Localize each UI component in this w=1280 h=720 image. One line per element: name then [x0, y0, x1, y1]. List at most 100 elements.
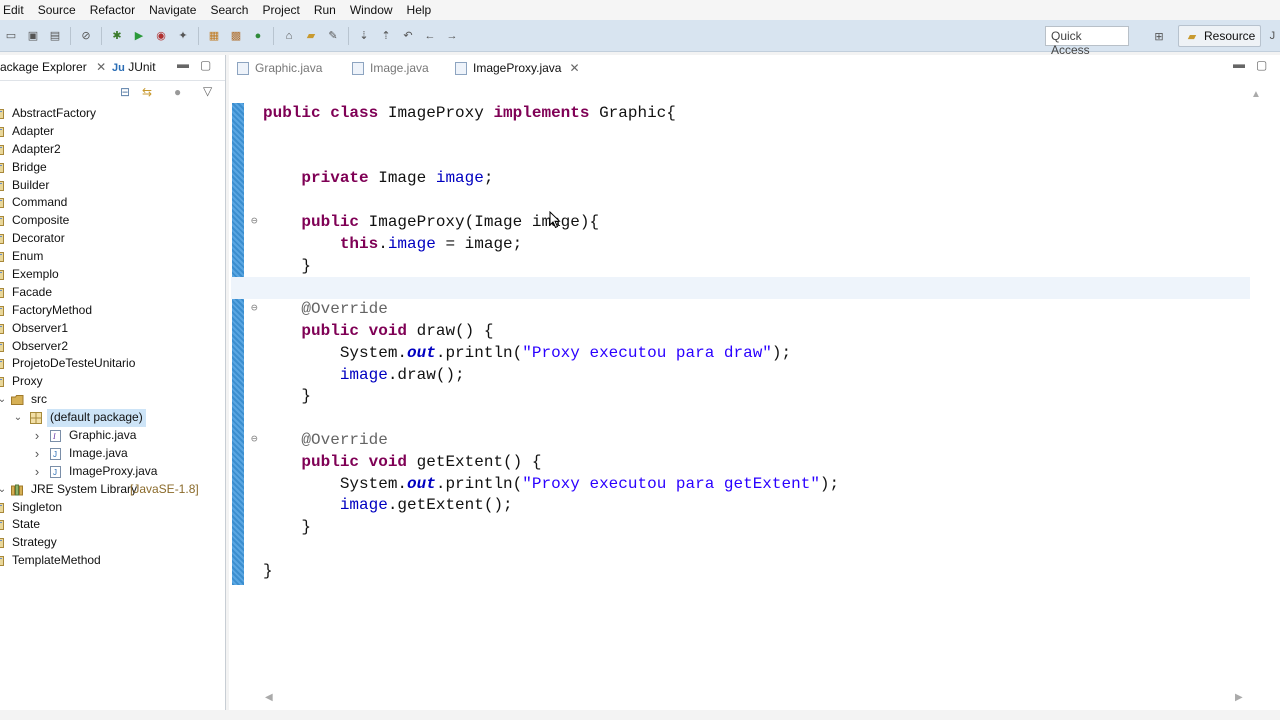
open-perspective-icon[interactable]: ⊞ — [1151, 28, 1167, 44]
tree-item[interactable]: State — [0, 516, 225, 534]
search-icon[interactable]: ✎ — [325, 28, 341, 44]
project-icon — [0, 305, 5, 317]
save-icon[interactable]: ▣ — [25, 28, 41, 44]
tree-item[interactable]: Observer2 — [0, 338, 225, 356]
tree-item-label: Adapter — [12, 123, 55, 138]
close-icon[interactable]: ✕ — [569, 61, 579, 75]
tree-item[interactable]: › I Graphic.java — [0, 427, 225, 445]
new-package-icon[interactable]: ▩ — [228, 28, 244, 44]
tree-item[interactable]: Bridge — [0, 159, 225, 177]
tree-item[interactable]: › J Image.java — [0, 445, 225, 463]
project-icon — [0, 233, 5, 245]
scroll-left-icon[interactable]: ◀ — [265, 692, 273, 703]
save-all-icon[interactable]: ▤ — [47, 28, 63, 44]
tree-item[interactable]: Adapter2 — [0, 141, 225, 159]
link-editor-icon[interactable]: ⇆ — [142, 85, 152, 99]
collapse-arrow-icon[interactable]: ⌄ — [0, 481, 8, 499]
minimize-icon[interactable]: ▬ — [1233, 57, 1245, 71]
perspective-resource-button[interactable]: ▰ Resource — [1178, 25, 1262, 47]
tree-item[interactable]: ⌄ src — [0, 391, 225, 409]
menu-run[interactable]: Run — [307, 0, 343, 20]
prev-annotation-icon[interactable]: ⇡ — [378, 28, 394, 44]
menu-edit[interactable]: Edit — [0, 0, 31, 20]
external-tools-icon[interactable]: ✦ — [175, 28, 191, 44]
focus-icon[interactable]: ● — [174, 85, 181, 99]
tree-item[interactable]: Command — [0, 194, 225, 212]
java-perspective-icon[interactable]: J — [1264, 28, 1280, 44]
expand-arrow-icon[interactable]: › — [31, 427, 43, 445]
project-icon — [0, 269, 5, 281]
menu-navigate[interactable]: Navigate — [142, 0, 203, 20]
skip-breakpoints-icon[interactable]: ⊘ — [78, 28, 94, 44]
tab-graphic-java[interactable]: Graphic.java — [237, 55, 322, 81]
expand-arrow-icon[interactable]: › — [31, 445, 43, 463]
menu-help[interactable]: Help — [400, 0, 439, 20]
fold-icon[interactable]: ⊖ — [251, 212, 258, 234]
scroll-right-icon[interactable]: ▶ — [1235, 692, 1243, 703]
scroll-up-icon[interactable]: ▲ — [1251, 89, 1261, 100]
tab-image-java[interactable]: Image.java — [352, 55, 429, 81]
tab-package-explorer[interactable]: ackage Explorer ✕ — [0, 60, 106, 74]
back-icon[interactable]: ← — [422, 28, 438, 44]
tree-item[interactable]: FactoryMethod — [0, 302, 225, 320]
tree-item[interactable]: Composite — [0, 212, 225, 230]
horizontal-scrollbar[interactable]: ◀ ▶ — [243, 692, 1243, 706]
collapse-arrow-icon[interactable]: ⌄ — [0, 391, 8, 409]
tree-item[interactable]: ›Proxy — [0, 373, 225, 391]
next-annotation-icon[interactable]: ⇣ — [356, 28, 372, 44]
new-java-project-icon[interactable]: ▦ — [206, 28, 222, 44]
tab-imageproxy-java[interactable]: ImageProxy.java ✕ — [455, 55, 580, 81]
tree-item[interactable]: Exemplo — [0, 266, 225, 284]
collapse-all-icon[interactable]: ⊟ — [120, 85, 130, 99]
package-explorer-panel: ackage Explorer ✕ Ju JUnit ▬ ▢ ⊟ ⇆ ● ▽ A… — [0, 55, 226, 710]
code-editor[interactable]: public class ImageProxy implements Graph… — [231, 103, 1250, 583]
menu-project[interactable]: Project — [255, 0, 306, 20]
menu-source[interactable]: Source — [31, 0, 83, 20]
maximize-icon[interactable]: ▢ — [200, 58, 211, 72]
collapse-arrow-icon[interactable]: ⌄ — [12, 409, 24, 427]
tree-item[interactable]: Observer1 — [0, 320, 225, 338]
debug-icon[interactable]: ✱ — [109, 28, 125, 44]
coverage-icon[interactable]: ◉ — [153, 28, 169, 44]
vertical-scrollbar[interactable]: ▲ — [1251, 89, 1263, 693]
tree-item[interactable]: ProjetoDeTesteUnitario — [0, 355, 225, 373]
maximize-icon[interactable]: ▢ — [1256, 58, 1267, 72]
quick-access-input[interactable]: Quick Access — [1045, 26, 1129, 57]
fold-icon[interactable]: ⊖ — [251, 430, 258, 452]
forward-icon[interactable]: → — [444, 28, 460, 44]
menu-refactor[interactable]: Refactor — [83, 0, 142, 20]
tree-item[interactable]: Builder — [0, 177, 225, 195]
close-icon[interactable]: ✕ — [96, 60, 106, 74]
tree-item-label: (default package) — [47, 409, 146, 428]
mouse-cursor-icon — [549, 211, 561, 229]
tree-item[interactable]: AbstractFactory — [0, 105, 225, 123]
open-folder-icon[interactable]: ▰ — [303, 28, 319, 44]
minimize-icon[interactable]: ▬ — [177, 57, 189, 71]
run-icon[interactable]: ▶ — [131, 28, 147, 44]
tree-item[interactable]: Decorator — [0, 230, 225, 248]
code-line: ⊖ @Override — [251, 430, 1250, 452]
tree-item[interactable]: TemplateMethod — [0, 552, 225, 570]
tree-item[interactable]: ⌄ JRE System Library [JavaSE-1.8] — [0, 481, 225, 499]
current-code-line — [231, 277, 1250, 300]
open-type-icon[interactable]: ⌂ — [281, 28, 297, 44]
tree-item[interactable]: Singleton — [0, 499, 225, 517]
tree-item[interactable]: Adapter — [0, 123, 225, 141]
tree-item[interactable]: › J ImageProxy.java — [0, 463, 225, 481]
tab-label: Graphic.java — [255, 61, 323, 75]
fold-icon[interactable]: ⊖ — [251, 299, 258, 321]
tab-label: ImageProxy.java — [473, 61, 562, 75]
tab-junit[interactable]: Ju JUnit — [112, 60, 156, 74]
tree-item[interactable]: ⌄ (default package) — [0, 409, 225, 428]
tree-item[interactable]: Strategy — [0, 534, 225, 552]
expand-arrow-icon[interactable]: › — [31, 463, 43, 481]
view-menu-icon[interactable]: ▽ — [203, 84, 212, 98]
menu-search[interactable]: Search — [203, 0, 255, 20]
tree-item[interactable]: Enum — [0, 248, 225, 266]
new-icon[interactable]: ▭ — [3, 28, 19, 44]
last-edit-icon[interactable]: ↶ — [400, 28, 416, 44]
code-line: System.out.println("Proxy executou para … — [263, 343, 792, 362]
tree-item[interactable]: Facade — [0, 284, 225, 302]
menu-window[interactable]: Window — [343, 0, 400, 20]
new-class-icon[interactable]: ● — [250, 28, 266, 44]
